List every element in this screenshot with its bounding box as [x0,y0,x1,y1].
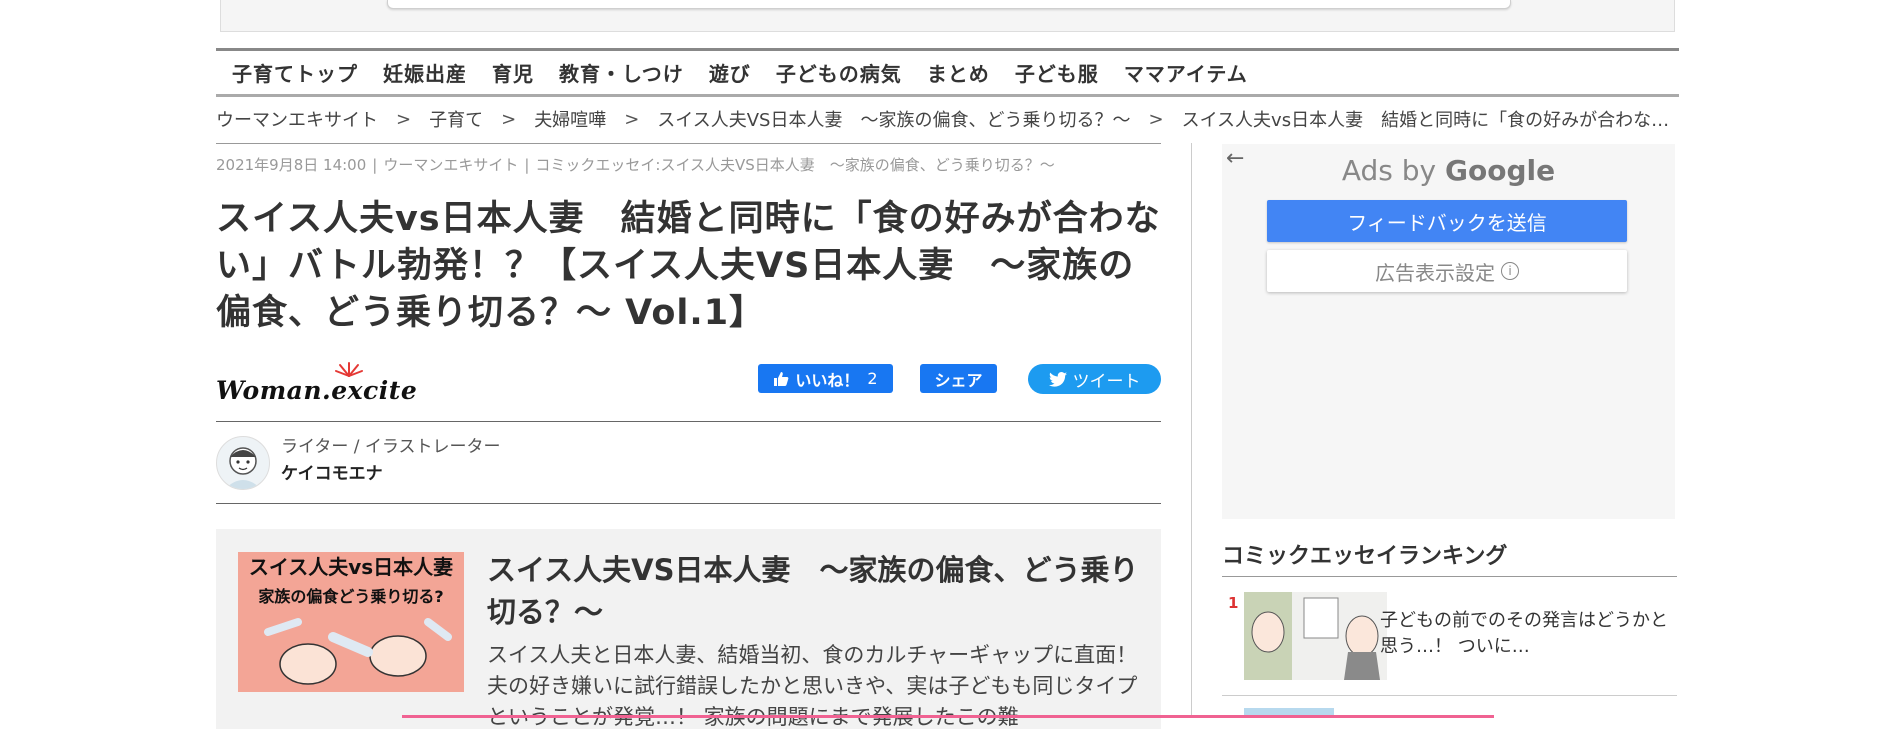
nav-item-matome[interactable]: まとめ [927,58,990,87]
ads-label-brand: Google [1445,154,1556,187]
article-meta: 2021年9月8日 14:00 | ウーマンエキサイト | コミックエッセイ:スイス人夫… [216,143,1161,176]
article-source-link[interactable]: ウーマンエキサイト [383,156,518,174]
author-avatar[interactable] [216,436,270,490]
woman-excite-logo[interactable]: Woman.excite [216,362,436,406]
nav-item-kids-clothes[interactable]: 子ども服 [1015,58,1099,87]
series-title[interactable]: スイス人夫VS日本人妻 ～家族の偏食、どう乗り切る？～ [487,549,1147,633]
twitter-bird-icon [1048,371,1067,387]
ranking-heading: コミックエッセイランキング [1222,538,1677,577]
nav-item-pregnancy[interactable]: 妊娠出産 [383,58,467,87]
thumbs-up-icon [774,371,789,386]
nav-item-top[interactable]: 子育てトップ [232,58,358,87]
google-ad-box: ← Ads by Google フィードバックを送信 広告表示設定 i [1222,144,1675,519]
article-title: スイス人夫vs日本人妻 結婚と同時に「食の好みが合わない」バトル勃発！？【スイス… [216,199,1161,333]
like-count: 2 [867,369,878,388]
tweet-label: ツイート [1072,371,1141,392]
ranking-thumbnail-illustration [1244,592,1387,680]
send-feedback-button[interactable]: フィードバックを送信 [1267,200,1627,242]
like-label: いいね！ [795,370,860,390]
author-box: ライター / イラストレーター ケイコモエナ [216,421,1161,504]
breadcrumb: ウーマンエキサイト > 子育て > 夫婦喧嘩 > スイス人夫VS日本人妻 ～家族… [216,106,1679,132]
series-box[interactable]: スイス人夫vs日本人妻 家族の偏食どう乗り切る? スイス人夫VS日本人妻 ～家族… [216,529,1161,729]
breadcrumb-current: スイス人夫vs日本人妻 結婚と同時に「食の好みが合わな… [1181,110,1670,131]
category-nav: 子育てトップ 妊娠出産 育児 教育・しつけ 遊び 子どもの病気 まとめ 子ども服… [216,48,1679,97]
article-date: 2021年9月8日 14:00 [216,156,367,174]
facebook-like-button[interactable]: いいね！ 2 [758,364,893,393]
breadcrumb-separator: > [501,108,517,130]
series-thumbnail-illustration: スイス人夫vs日本人妻 家族の偏食どう乗り切る? [238,552,464,692]
breadcrumb-item[interactable]: 子育て [429,106,483,132]
author-name[interactable]: ケイコモエナ [281,459,383,484]
ranking-item[interactable]: 1 子どもの前でのその発言はどうかと思う…！ ついに… [1222,592,1677,696]
ranking-number: 1 [1228,594,1239,612]
ranking-thumbnail[interactable] [1244,592,1387,680]
nav-item-mama-items[interactable]: ママアイテム [1124,58,1248,87]
thumb-title-line1: スイス人夫vs日本人妻 [249,555,453,579]
nav-item-illness[interactable]: 子どもの病気 [776,58,902,87]
nav-item-play[interactable]: 遊び [709,58,751,87]
nav-item-education[interactable]: 教育・しつけ [559,58,684,87]
breadcrumb-item[interactable]: ウーマンエキサイト [216,106,378,132]
thumb-title-line2: 家族の偏食どう乗り切る? [258,587,443,606]
breadcrumb-separator: > [624,108,640,130]
breadcrumb-item[interactable]: スイス人夫VS日本人妻 ～家族の偏食、どう乗り切る？～ [657,106,1130,132]
ads-by-google-label: Ads by Google [1222,154,1675,187]
info-icon: i [1501,262,1519,280]
column-divider [1191,143,1192,718]
author-role: ライター / イラストレーター [281,437,501,457]
article-main: 2021年9月8日 14:00 | ウーマンエキサイト | コミックエッセイ:スイス人夫… [216,143,1161,729]
breadcrumb-item[interactable]: 夫婦喧嘩 [534,106,606,132]
article-category-link[interactable]: コミックエッセイ:スイス人夫VS日本人妻 ～家族の偏食、どう乗り切る？～ [535,156,1054,174]
tweet-button[interactable]: ツイート [1028,364,1161,394]
top-banner [220,0,1675,32]
social-row: Woman.excite いいね！ 2 シェア ツイート [216,358,1161,408]
ranking-item-text[interactable]: 子どもの前でのその発言はどうかと思う…！ ついに… [1380,608,1680,660]
page: 子育てトップ 妊娠出産 育児 教育・しつけ 遊び 子どもの病気 まとめ 子ども服… [0,0,1888,729]
logo-text: Woman.excite [216,376,418,405]
facebook-share-button[interactable]: シェア [920,364,997,393]
breadcrumb-separator: > [396,108,412,130]
ad-settings-label: 広告表示設定 [1375,260,1495,285]
ads-label-prefix: Ads by [1341,154,1437,187]
ad-settings-button[interactable]: 広告表示設定 i [1267,250,1627,292]
series-thumbnail[interactable]: スイス人夫vs日本人妻 家族の偏食どう乗り切る? [238,552,464,692]
nav-item-childcare[interactable]: 育児 [492,58,534,87]
author-avatar-illustration [225,447,261,489]
breadcrumb-separator: > [1148,108,1164,130]
series-description: スイス人夫と日本人妻、結婚当初、食のカルチャーギャップに直面！ 夫の好き嫌いに試… [487,643,1138,729]
top-banner-frame [387,0,1511,9]
